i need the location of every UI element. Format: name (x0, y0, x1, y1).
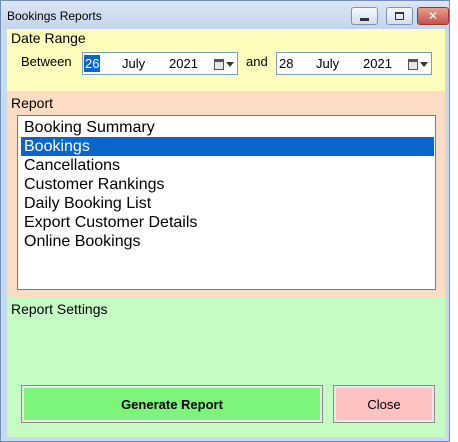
window-close-button[interactable]: ✕ (417, 7, 449, 25)
list-item[interactable]: Cancellations (21, 156, 434, 175)
bookings-reports-window: Bookings Reports ✕ Date Range Between 26… (0, 0, 450, 442)
end-date-year[interactable]: 2021 (363, 55, 392, 72)
calendar-icon (214, 58, 224, 70)
end-date-dropdown-button[interactable] (408, 57, 428, 71)
report-settings-panel: Report Settings Generate Report Close (7, 297, 445, 437)
between-label: Between (21, 54, 72, 69)
start-date-month[interactable]: July (122, 55, 145, 72)
and-label: and (246, 54, 268, 69)
calendar-icon (408, 58, 418, 70)
date-range-label: Date Range (11, 30, 86, 46)
report-settings-label: Report Settings (11, 301, 108, 317)
start-date-dropdown-button[interactable] (214, 57, 234, 71)
report-panel: Report Booking Summary Bookings Cancella… (7, 91, 445, 297)
date-range-panel: Date Range Between 26 July 2021 and 28 J… (7, 29, 445, 91)
list-item[interactable]: Bookings (21, 137, 434, 156)
window-title: Bookings Reports (7, 9, 102, 23)
generate-report-button[interactable]: Generate Report (21, 385, 323, 423)
list-item[interactable]: Export Customer Details (21, 213, 434, 232)
start-date-year[interactable]: 2021 (169, 55, 198, 72)
end-date-month[interactable]: July (316, 55, 339, 72)
close-button[interactable]: Close (333, 385, 435, 423)
title-bar[interactable]: Bookings Reports ✕ (1, 1, 449, 29)
maximize-button[interactable] (386, 7, 413, 25)
end-date-day[interactable]: 28 (278, 55, 294, 72)
minimize-icon (360, 17, 369, 21)
close-icon: ✕ (427, 9, 439, 23)
report-label: Report (11, 95, 54, 111)
report-listbox[interactable]: Booking Summary Bookings Cancellations C… (17, 115, 436, 290)
start-date-picker[interactable]: 26 July 2021 (82, 52, 238, 75)
chevron-down-icon (420, 61, 428, 67)
chevron-down-icon (226, 61, 234, 67)
start-date-day[interactable]: 26 (84, 55, 101, 72)
end-date-picker[interactable]: 28 July 2021 (276, 52, 432, 75)
list-item[interactable]: Booking Summary (21, 118, 434, 137)
minimize-button[interactable] (351, 7, 378, 25)
maximize-icon (395, 12, 404, 20)
list-item[interactable]: Online Bookings (21, 232, 434, 251)
list-item[interactable]: Daily Booking List (21, 194, 434, 213)
dialog-body: Date Range Between 26 July 2021 and 28 J… (7, 29, 445, 437)
list-item[interactable]: Customer Rankings (21, 175, 434, 194)
